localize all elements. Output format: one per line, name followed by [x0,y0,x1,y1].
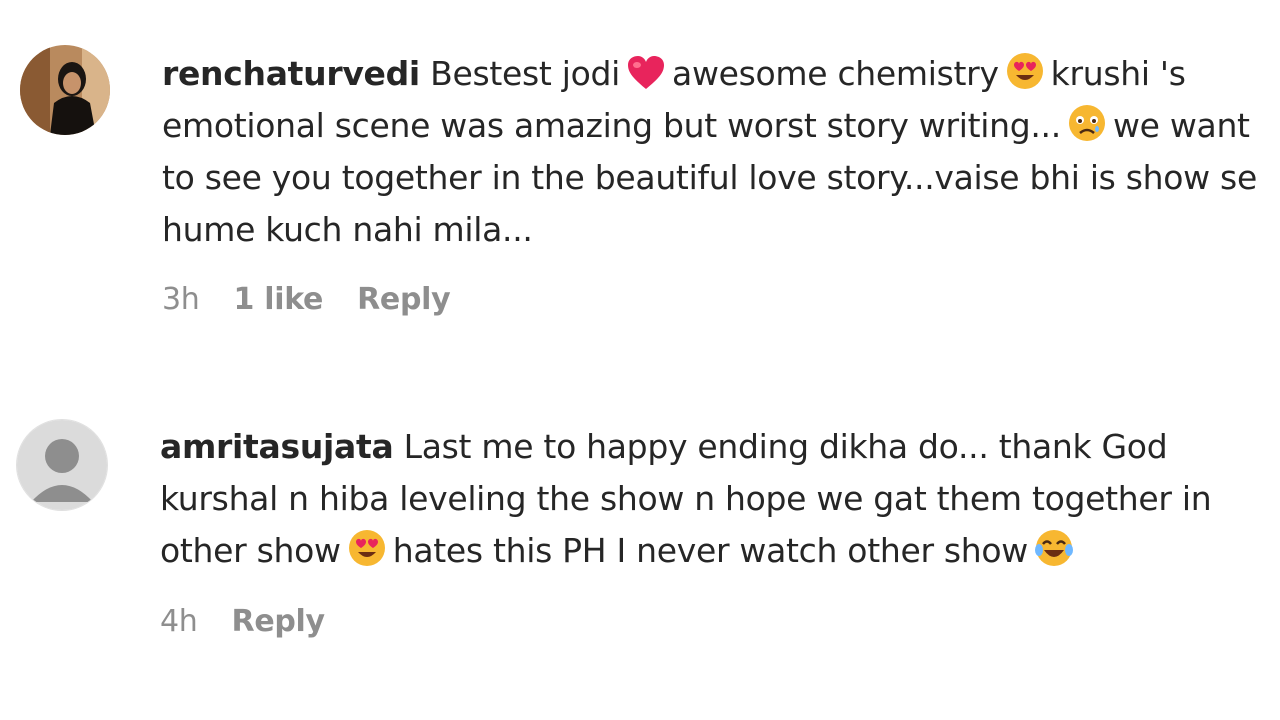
tears-of-joy-icon [1034,528,1074,568]
heart-eyes-icon [347,528,387,568]
comment-likes[interactable]: 1 like [234,282,324,317]
reply-button[interactable]: Reply [232,604,326,639]
heart-eyes-icon [1005,51,1045,91]
worried-face-icon [1067,103,1107,143]
default-avatar-icon [17,420,107,510]
profile-photo-icon [20,45,110,135]
comment-username[interactable]: renchaturvedi [162,54,420,93]
avatar[interactable] [20,45,110,135]
comment-text-part: Bestest jodi [430,54,621,93]
comment-timestamp[interactable]: 4h [160,604,198,639]
comment-text-part: hates this PH I never watch other show [392,531,1029,570]
reply-button[interactable]: Reply [357,282,451,317]
comment-text-part: awesome chemistry [672,54,999,93]
comment-timestamp[interactable]: 3h [162,282,200,317]
avatar[interactable] [16,419,108,511]
comment-meta: 3h 1 like Reply [162,282,451,317]
comment-text: amritasujata Last me to happy ending dik… [160,421,1275,577]
comment-meta: 4h Reply [160,604,325,639]
heart-icon [626,55,666,91]
comment-username[interactable]: amritasujata [160,427,394,466]
comment-text: renchaturvedi Bestest jodi awesome chemis… [162,48,1272,256]
